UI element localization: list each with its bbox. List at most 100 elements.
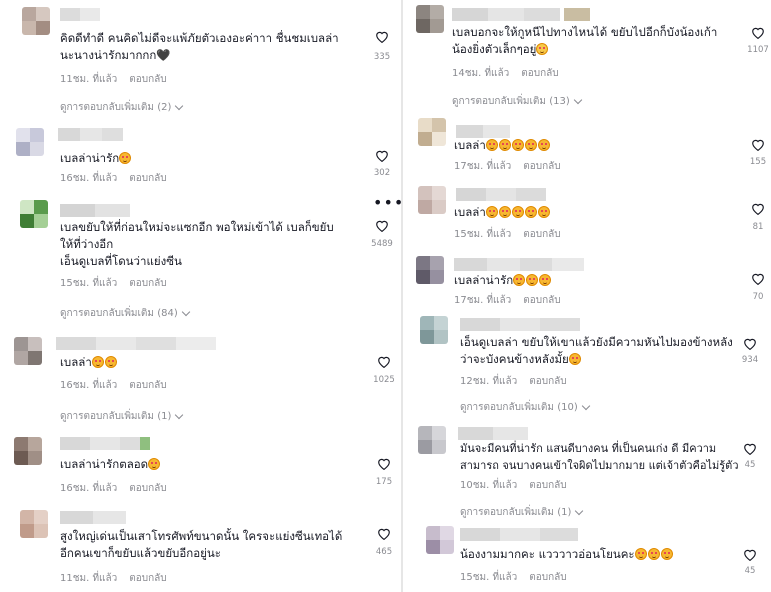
- reply-button[interactable]: ตอบกลับ: [521, 66, 558, 81]
- heart-outline-icon[interactable]: [375, 149, 389, 162]
- chevron-down-icon: [175, 101, 184, 111]
- chevron-down-icon: [575, 506, 584, 516]
- comment-time: 16ชม. ที่แล้ว: [60, 173, 118, 184]
- username-blurred[interactable]: [456, 188, 546, 201]
- smiling-face-with-heart-eyes-icon: [511, 139, 524, 151]
- heart-outline-icon[interactable]: [743, 337, 757, 350]
- heart-outline-icon[interactable]: [751, 138, 765, 151]
- username-blurred[interactable]: [58, 128, 123, 141]
- reply-button[interactable]: ตอบกลับ: [129, 378, 166, 393]
- chevron-down-icon: [181, 307, 190, 317]
- smiling-face-with-heart-eyes-icon: [513, 274, 526, 286]
- avatar[interactable]: [416, 256, 444, 284]
- comment-meta: 15ชม. ที่แล้ว ตอบกลับ: [454, 227, 561, 242]
- avatar[interactable]: [418, 186, 446, 214]
- avatar[interactable]: [20, 200, 48, 228]
- comment-text: เบลขยับให้ที่ก่อนใหม่จะแซกอีก พอใหม่เข้า…: [60, 220, 334, 268]
- comment-time: 16ชม. ที่แล้ว: [60, 483, 118, 494]
- reply-button[interactable]: ตอบกลับ: [129, 72, 166, 87]
- reply-button[interactable]: ตอบกลับ: [523, 227, 560, 242]
- smiling-face-with-heart-eyes-icon: [647, 548, 660, 560]
- username-blurred[interactable]: [56, 337, 216, 350]
- username-blurred[interactable]: [60, 437, 150, 450]
- avatar[interactable]: [14, 337, 42, 365]
- reply-button[interactable]: ตอบกลับ: [523, 159, 560, 174]
- avatar[interactable]: [418, 118, 446, 146]
- heart-outline-icon[interactable]: [375, 219, 389, 232]
- heart-outline-icon[interactable]: [375, 30, 389, 43]
- reply-button[interactable]: ตอบกลับ: [129, 571, 166, 586]
- smiling-face-with-heart-eyes-icon: [498, 139, 511, 151]
- username-blurred[interactable]: [458, 427, 528, 440]
- smiling-face-with-heart-eyes-icon: [660, 548, 673, 560]
- reply-button[interactable]: ตอบกลับ: [529, 478, 566, 493]
- like-count: 465: [375, 547, 393, 557]
- avatar[interactable]: [16, 128, 44, 156]
- heart-outline-icon[interactable]: [377, 527, 391, 540]
- reply-button[interactable]: ตอบกลับ: [529, 374, 566, 389]
- view-replies-button[interactable]: ดูการตอบกลับเพิ่มเติม (2): [60, 100, 184, 115]
- view-replies-button[interactable]: ดูการตอบกลับเพิ่มเติม (13): [452, 94, 582, 109]
- heart-outline-icon[interactable]: [377, 355, 391, 368]
- comment-time: 16ชม. ที่แล้ว: [60, 380, 118, 391]
- username-blurred[interactable]: [452, 8, 590, 21]
- reply-button[interactable]: ตอบกลับ: [129, 276, 166, 291]
- reply-button[interactable]: ตอบกลับ: [529, 570, 566, 585]
- comments-column-left: คิดดีทำดี คนคิดไม่ดีจะแพ้ภัยตัวเองอะค่าา…: [0, 0, 403, 592]
- comment-item: เบลล่าน่ารักตลอด 16ชม. ที่แล้ว ตอบกลับ 1…: [0, 425, 400, 503]
- comment-meta: 16ชม. ที่แล้ว ตอบกลับ: [60, 378, 167, 393]
- heart-outline-icon[interactable]: [743, 548, 757, 561]
- column-divider: [401, 0, 403, 592]
- smiling-face-with-heart-eyes-icon: [539, 274, 552, 286]
- smiling-face-with-heart-eyes-icon: [526, 274, 539, 286]
- username-blurred[interactable]: [60, 511, 126, 524]
- like-count: 175: [375, 477, 393, 487]
- comment-text: เบลล่า: [454, 204, 551, 221]
- more-options-icon[interactable]: •••: [373, 195, 404, 211]
- like-count: 5489: [371, 239, 393, 249]
- username-blurred[interactable]: [60, 204, 130, 217]
- reply-button[interactable]: ตอบกลับ: [129, 171, 166, 186]
- like-count: 45: [744, 566, 756, 576]
- comments-column-right: เบลบอกจะให้กูหนีไปทางไหนได้ ขยับไปอีกก็บ…: [404, 0, 771, 592]
- avatar[interactable]: [420, 316, 448, 344]
- username-blurred[interactable]: [60, 8, 100, 21]
- smiling-face-with-heart-eyes-icon: [568, 353, 581, 365]
- smiling-face-with-heart-eyes-icon: [537, 206, 550, 218]
- avatar[interactable]: [426, 526, 454, 554]
- avatar[interactable]: [20, 510, 48, 538]
- comment-item: เอ็นดูเบลล่า ขยับให้เขาแล้วยังมีความหันไ…: [404, 314, 771, 418]
- avatar[interactable]: [22, 7, 50, 35]
- comment-item: น้องงามมากคะ แวววาวอ่อนโยนคะ 15ชม. ที่แล…: [404, 518, 771, 592]
- avatar[interactable]: [418, 426, 446, 454]
- reply-button[interactable]: ตอบกลับ: [129, 481, 166, 496]
- smiling-face-with-heart-eyes-icon: [634, 548, 647, 560]
- comment-meta: 16ชม. ที่แล้ว ตอบกลับ: [60, 171, 167, 186]
- heart-outline-icon[interactable]: [743, 442, 757, 455]
- comment-meta: 17ชม. ที่แล้ว ตอบกลับ: [454, 159, 561, 174]
- comment-text: เบลบอกจะให้กูหนีไปทางไหนได้ ขยับไปอีกก็บ…: [452, 25, 718, 56]
- heart-outline-icon[interactable]: [751, 272, 765, 285]
- smiling-face-with-heart-eyes-icon: [119, 152, 132, 164]
- smiling-face-with-heart-eyes-icon: [148, 458, 161, 470]
- like-count: 934: [741, 355, 759, 365]
- username-blurred[interactable]: [460, 318, 580, 331]
- comment-time: 10ชม. ที่แล้ว: [460, 480, 518, 491]
- smiling-face-with-heart-eyes-icon: [485, 139, 498, 151]
- heart-outline-icon[interactable]: [377, 457, 391, 470]
- view-replies-button[interactable]: ดูการตอบกลับเพิ่มเติม (1): [60, 409, 184, 424]
- reply-button[interactable]: ตอบกลับ: [523, 293, 560, 308]
- avatar[interactable]: [14, 437, 42, 465]
- avatar[interactable]: [416, 5, 444, 33]
- view-replies-button[interactable]: ดูการตอบกลับเพิ่มเติม (10): [460, 400, 590, 415]
- comment-text: เอ็นดูเบลล่า ขยับให้เขาแล้วยังมีความหันไ…: [460, 335, 733, 366]
- comment-item: เบลล่า 16ชม. ที่แล้ว ตอบกลับ ดูการตอบกลั…: [0, 325, 400, 425]
- heart-outline-icon[interactable]: [751, 26, 765, 39]
- username-blurred[interactable]: [460, 528, 578, 541]
- username-blurred[interactable]: [454, 258, 584, 271]
- heart-outline-icon[interactable]: [751, 202, 765, 215]
- like-count: 155: [749, 157, 767, 167]
- comment-meta: 15ชม. ที่แล้ว ตอบกลับ: [460, 570, 567, 585]
- comment-item: เบลล่าน่ารัก 16ชม. ที่แล้ว ตอบกลับ 302: [0, 120, 400, 190]
- view-replies-button[interactable]: ดูการตอบกลับเพิ่มเติม (84): [60, 306, 190, 321]
